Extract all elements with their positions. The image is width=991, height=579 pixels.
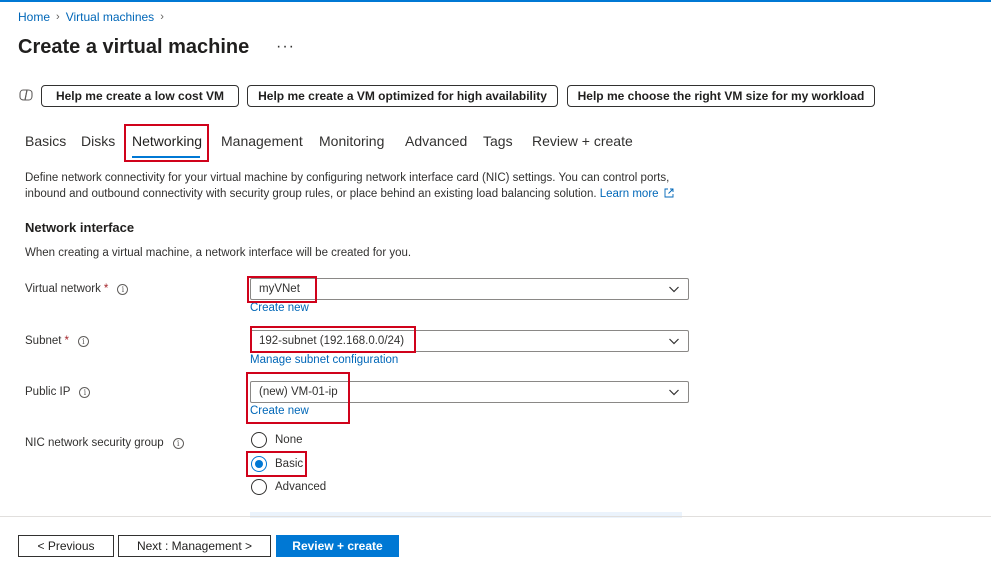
nsg-option-none-label: None [275,434,303,446]
copilot-low-cost-button[interactable]: Help me create a low cost VM [41,85,239,107]
required-marker: * [64,335,69,347]
radio-button[interactable] [251,479,267,495]
nsg-option-advanced-label: Advanced [275,481,327,493]
public-ip-label: Public IP i [25,386,91,398]
copilot-icon [19,89,33,101]
nsg-label: NIC network security group i [25,437,184,449]
network-interface-note: When creating a virtual machine, a netwo… [25,247,412,259]
radio-button[interactable] [251,432,267,448]
public-ip-select[interactable]: (new) VM-01-ip [250,381,689,403]
radio-button-selected[interactable] [251,456,267,472]
info-icon[interactable]: i [77,335,89,347]
subnet-select[interactable]: 192-subnet (192.168.0.0/24) [250,330,689,352]
create-new-public-ip-link[interactable]: Create new [250,405,309,417]
nsg-option-none[interactable]: None [251,432,303,448]
chevron-down-icon [669,286,679,293]
public-ip-label-text: Public IP [25,386,71,398]
virtual-network-select[interactable]: myVNet [250,278,689,300]
subnet-value: 192-subnet (192.168.0.0/24) [259,335,405,347]
manage-subnet-link[interactable]: Manage subnet configuration [250,354,398,366]
copilot-vm-size-button[interactable]: Help me choose the right VM size for my … [567,85,875,107]
tab-basics[interactable]: Basics [25,133,66,149]
active-tab-indicator [132,156,200,158]
review-create-button[interactable]: Review + create [276,535,399,557]
subnet-label-text: Subnet [25,335,62,347]
azure-portal-page: Home › Virtual machines › Create a virtu… [0,0,991,579]
top-accent-bar [0,0,991,2]
tab-disks[interactable]: Disks [81,133,115,149]
copilot-high-availability-button[interactable]: Help me create a VM optimized for high a… [247,85,558,107]
tab-management[interactable]: Management [221,133,303,149]
virtual-network-label-text: Virtual network [25,283,101,295]
nsg-label-text: NIC network security group [25,437,164,449]
nsg-option-basic-label: Basic [275,458,304,470]
page-title: Create a virtual machine [18,36,250,58]
tab-tags[interactable]: Tags [483,133,513,149]
breadcrumb-virtual-machines[interactable]: Virtual machines [66,10,155,24]
nsg-option-advanced[interactable]: Advanced [251,479,326,495]
info-banner-edge [250,512,682,518]
public-ip-value: (new) VM-01-ip [259,386,338,398]
tab-monitoring[interactable]: Monitoring [319,133,384,149]
tab-networking[interactable]: Networking [132,133,202,149]
info-icon[interactable]: i [117,283,129,295]
breadcrumb-home[interactable]: Home [18,10,50,24]
description-text: Define network connectivity for your vir… [25,172,670,200]
nsg-option-basic[interactable]: Basic [251,456,303,472]
chevron-right-icon: › [56,11,60,23]
chevron-down-icon [669,338,679,345]
external-link-icon [664,188,674,198]
chevron-down-icon [669,389,679,396]
previous-button[interactable]: < Previous [18,535,114,557]
next-management-button[interactable]: Next : Management > [118,535,271,557]
subnet-label: Subnet * i [25,335,89,347]
virtual-network-label: Virtual network * i [25,283,129,295]
tab-review-create[interactable]: Review + create [532,133,633,149]
virtual-network-value: myVNet [259,283,300,295]
chevron-right-icon: › [160,11,164,23]
breadcrumb: Home › Virtual machines › [18,10,170,24]
networking-description: Define network connectivity for your vir… [25,170,705,202]
info-icon[interactable]: i [172,437,184,449]
info-icon[interactable]: i [79,386,91,398]
tab-advanced[interactable]: Advanced [405,133,467,149]
learn-more-link[interactable]: Learn more [600,188,659,200]
create-new-vnet-link[interactable]: Create new [250,302,309,314]
required-marker: * [103,283,109,295]
more-options-button[interactable]: ··· [276,38,295,56]
footer-divider [0,516,991,517]
network-interface-title: Network interface [25,220,135,235]
